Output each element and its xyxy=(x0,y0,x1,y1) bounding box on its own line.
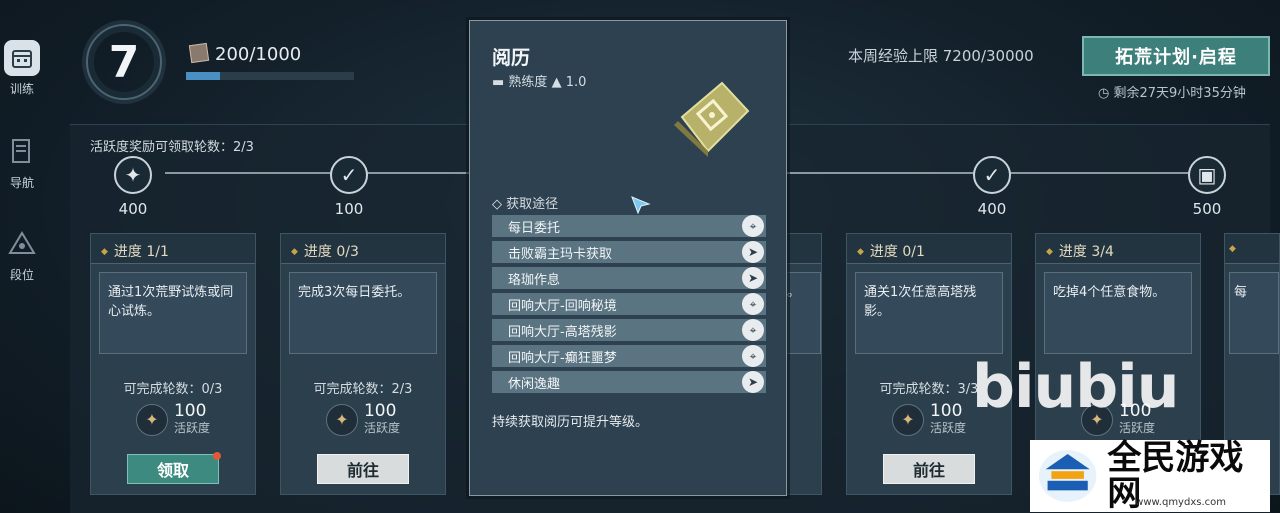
card-progress: 进度 1/1 xyxy=(91,234,255,264)
level-badge: 7 xyxy=(86,24,162,100)
pin-icon: ⌖ xyxy=(742,215,764,237)
popup-subtitle: ▬ 熟练度 ▲ 1.0 xyxy=(492,75,587,90)
source-label: 回响大厅-高塔残影 xyxy=(508,324,617,340)
milestone-node[interactable]: ✓ xyxy=(973,156,1011,194)
remaining-time-text: 剩余27天9小时35分钟 xyxy=(1113,86,1246,101)
source-label: 每日委托 xyxy=(508,220,561,236)
milestone-value: 100 xyxy=(334,200,364,218)
remaining-time: ◷ 剩余27天9小时35分钟 xyxy=(1098,86,1246,101)
nav-label: 训练 xyxy=(9,82,34,96)
rank-icon xyxy=(4,226,40,262)
go-button[interactable]: 前往 xyxy=(317,454,409,484)
watermark: biubiu xyxy=(972,352,1179,422)
card-progress xyxy=(1225,234,1279,264)
calendar-icon xyxy=(4,40,40,76)
reward-unit: 活跃度 xyxy=(173,421,210,435)
reward-value: 100 xyxy=(173,401,207,421)
card-description: 每 xyxy=(1229,272,1279,354)
flame-icon: ✦ xyxy=(124,163,142,187)
temple-icon xyxy=(1038,450,1097,502)
card-description: 吃掉4个任意食物。 xyxy=(1044,272,1192,354)
proficiency-label: 熟练度 xyxy=(508,75,548,90)
notification-dot xyxy=(213,452,221,460)
source-label: 回响大厅-癫狂噩梦 xyxy=(508,350,617,366)
claim-button[interactable]: 领取 xyxy=(127,452,221,484)
source-item[interactable]: 珞珈作息 ➤ xyxy=(492,267,766,289)
book-icon xyxy=(188,42,210,64)
card-rounds: 可完成轮数：0/3 xyxy=(123,382,223,397)
book-item-icon xyxy=(668,77,756,159)
source-label: 休闲逸趣 xyxy=(508,376,561,392)
arrow-icon: ➤ xyxy=(742,241,764,263)
activity-label: 活跃度奖励可领取轮数：2/3 xyxy=(90,140,254,155)
reward-value: 100 xyxy=(929,401,963,421)
source-item[interactable]: 回响大厅-高塔残影 ⌖ xyxy=(492,319,766,341)
expedition-button[interactable]: 拓荒计划·启程 xyxy=(1082,36,1270,76)
card-description: 通关1次任意高塔残影。 xyxy=(855,272,1003,354)
popup-footer: 持续获取阅历可提升等级。 xyxy=(492,415,649,430)
cursor-icon xyxy=(631,196,651,218)
card-description: 完成3次每日委托。 xyxy=(289,272,437,354)
card-description: 通过1次荒野试炼或同心试炼。 xyxy=(99,272,247,354)
card-progress: 进度 0/1 xyxy=(847,234,1011,264)
card-rounds: 可完成轮数：2/3 xyxy=(313,382,413,397)
milestone-node[interactable]: ▣ xyxy=(1188,156,1226,194)
flame-icon: ✦ xyxy=(325,403,358,436)
task-card: 进度 0/3 完成3次每日委托。 可完成轮数：2/3 ✦ 100活跃度 前往 xyxy=(280,233,446,495)
check-icon: ✓ xyxy=(340,163,358,187)
source-label: 珞珈作息 xyxy=(508,272,561,288)
card-reward: ✦ 100 活跃度 xyxy=(91,403,255,436)
claim-button-label: 领取 xyxy=(156,461,189,480)
pin-icon: ⌖ xyxy=(742,293,764,315)
nav-rank[interactable]: 段位 xyxy=(0,226,44,283)
chest-icon: ▣ xyxy=(1197,163,1217,187)
experience-bar xyxy=(186,72,354,80)
popup-title: 阅历 xyxy=(492,47,531,69)
logo-url: www.qmydxs.com xyxy=(1135,497,1226,508)
weekly-limit: 本周经验上限 7200/30000 xyxy=(848,47,1034,65)
source-item[interactable]: 回响大厅-癫狂噩梦 ⌖ xyxy=(492,345,766,367)
reward-value: 100 xyxy=(363,401,397,421)
milestone-value: 400 xyxy=(977,200,1007,218)
source-item[interactable]: 击败霸主玛卡获取 ➤ xyxy=(492,241,766,263)
source-label: 击败霸主玛卡获取 xyxy=(508,246,613,262)
site-logo: 全民游戏网 www.qmydxs.com xyxy=(1030,440,1270,512)
pin-icon: ⌖ xyxy=(742,319,764,341)
go-button[interactable]: 前往 xyxy=(883,454,975,484)
reward-unit: 活跃度 xyxy=(929,421,966,435)
nav-label: 导航 xyxy=(9,176,34,190)
flame-icon: ✦ xyxy=(135,403,168,436)
milestone-value: 400 xyxy=(118,200,148,218)
source-label: 回响大厅-回响秘境 xyxy=(508,298,617,314)
source-list: 每日委托 ⌖ 击败霸主玛卡获取 ➤ 珞珈作息 ➤ 回响大厅-回响秘境 ⌖ 回响大厅-高塔… xyxy=(492,215,766,397)
milestone-value: 500 xyxy=(1192,200,1222,218)
nav-navigation[interactable]: 导航 xyxy=(0,134,44,191)
arrow-icon: ➤ xyxy=(742,267,764,289)
proficiency-value: 1.0 xyxy=(565,75,587,90)
item-detail-popup: 阅历 ▬ 熟练度 ▲ 1.0 获取途径 每日委托 ⌖ 击败霸主玛卡获取 ➤ 珞珈作息… xyxy=(469,20,787,496)
nav-label: 段位 xyxy=(9,268,34,282)
experience-fill xyxy=(186,72,220,80)
experience-text: 200/1000 xyxy=(215,44,302,65)
reward-unit: 活跃度 xyxy=(363,421,400,435)
card-progress: 进度 0/3 xyxy=(281,234,445,264)
milestone-node[interactable]: ✦ xyxy=(114,156,152,194)
document-icon xyxy=(4,134,40,170)
card-progress: 进度 3/4 xyxy=(1036,234,1200,264)
source-item[interactable]: 回响大厅-回响秘境 ⌖ xyxy=(492,293,766,315)
arrow-icon: ➤ xyxy=(742,371,764,393)
source-item[interactable]: 每日委托 ⌖ xyxy=(492,215,766,237)
flame-icon: ✦ xyxy=(891,403,924,436)
pin-icon: ⌖ xyxy=(742,345,764,367)
source-item[interactable]: 休闲逸趣 ➤ xyxy=(492,371,766,393)
source-header: 获取途径 xyxy=(492,193,558,212)
task-card: 进度 1/1 通过1次荒野试炼或同心试炼。 可完成轮数：0/3 ✦ 100活跃度… xyxy=(90,233,256,495)
card-reward: ✦ 100 活跃度 xyxy=(281,403,445,436)
check-icon: ✓ xyxy=(983,163,1001,187)
nav-training[interactable]: 训练 xyxy=(0,40,44,97)
milestone-node[interactable]: ✓ xyxy=(330,156,368,194)
